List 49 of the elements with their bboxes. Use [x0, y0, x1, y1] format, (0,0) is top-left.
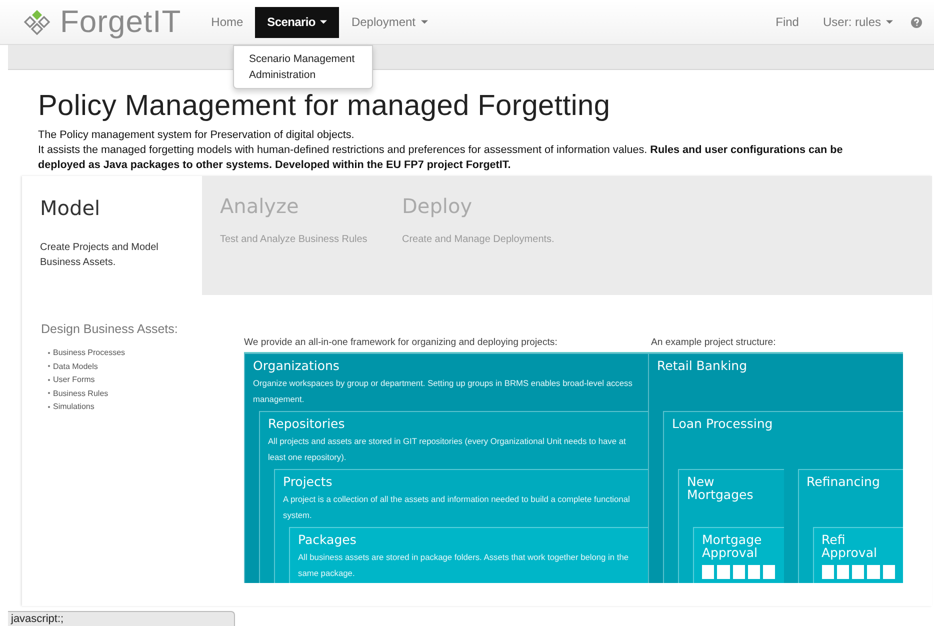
box-title: New Mortgages: [687, 475, 754, 501]
step-icon: [852, 565, 864, 579]
step-icon: [763, 565, 776, 579]
box-title: Repositories: [268, 417, 346, 430]
diagram-caption: We provide an all-in-one framework for organizing and deploying projects:: [244, 337, 558, 350]
step-icon: [836, 565, 850, 579]
box-description: All projects and assets are stored in GIT repositories (every Organizational Unit needs to have at least one repository).: [268, 435, 627, 464]
box-description: A project is a collection of all the assets and information needed to build a complete functional system.: [283, 493, 631, 522]
list-item: Business Processes: [53, 347, 126, 359]
box-title: Packages: [298, 533, 358, 546]
status-url: javascript:;: [8, 611, 235, 626]
nav-item[interactable]: Scenario: [255, 6, 340, 38]
box-description: All business assets are stored in package folders. Assets that work together belong in the same package.: [298, 551, 630, 580]
box-title: Refinancing: [806, 475, 881, 488]
feature-tab[interactable]: Deploy Create and Manage Deployments.: [384, 176, 566, 295]
step-icon: [748, 565, 760, 579]
box-title: Retail Banking: [657, 359, 748, 372]
box-title: Loan Processing: [672, 417, 774, 430]
nav-item[interactable]: Find: [764, 6, 811, 38]
menu-item[interactable]: Scenario Management: [234, 51, 372, 67]
logo-icon: [22, 9, 52, 35]
box-title: Projects: [283, 475, 334, 488]
brand-name[interactable]: ForgetIT: [60, 4, 182, 40]
list-item: User Forms: [53, 374, 95, 386]
box-title: Organizations: [253, 359, 340, 372]
nav-item[interactable]: Home: [199, 6, 256, 38]
box-description: Organize workspaces by group or department. Setting up groups in BRMS enables broad-level access management.: [253, 377, 634, 406]
step-icon: [882, 565, 895, 579]
intro-text: The Policy management system for Preservation of digital objects.: [38, 128, 356, 143]
diagram-caption: An example project structure:: [651, 337, 776, 350]
help-icon[interactable]: [911, 16, 922, 28]
step-icon: [717, 565, 730, 579]
page-title: Policy Management for managed Forgetting: [38, 90, 612, 123]
step-icon: [822, 565, 834, 579]
menu-item[interactable]: Administration: [234, 67, 372, 83]
box-title: Refi Approval: [822, 533, 878, 559]
nav-item[interactable]: Deployment: [339, 6, 440, 38]
sidebar-title: Design Business Assets:: [41, 322, 179, 336]
step-icon: [702, 565, 714, 579]
feature-tab[interactable]: Model Create Projects and Model Business Assets.: [22, 176, 202, 295]
list-item: Business Rules: [53, 388, 108, 400]
intro-text: It assists the managed forgetting models with human-defined restrictions and preferences for assessment of information values. Rules and user configurations can be deployed as Java packages to other systems. Developed within the EU FP7 project ForgetIT.: [38, 143, 844, 173]
step-icon: [732, 565, 745, 579]
nav-item[interactable]: User: rules: [810, 6, 905, 38]
list-item: Simulations: [53, 401, 94, 413]
step-icon: [867, 565, 880, 579]
feature-tab[interactable]: Analyze Test and Analyze Business Rules: [202, 176, 384, 295]
box-title: Mortgage Approval: [702, 533, 763, 559]
list-item: Data Models: [53, 360, 98, 372]
